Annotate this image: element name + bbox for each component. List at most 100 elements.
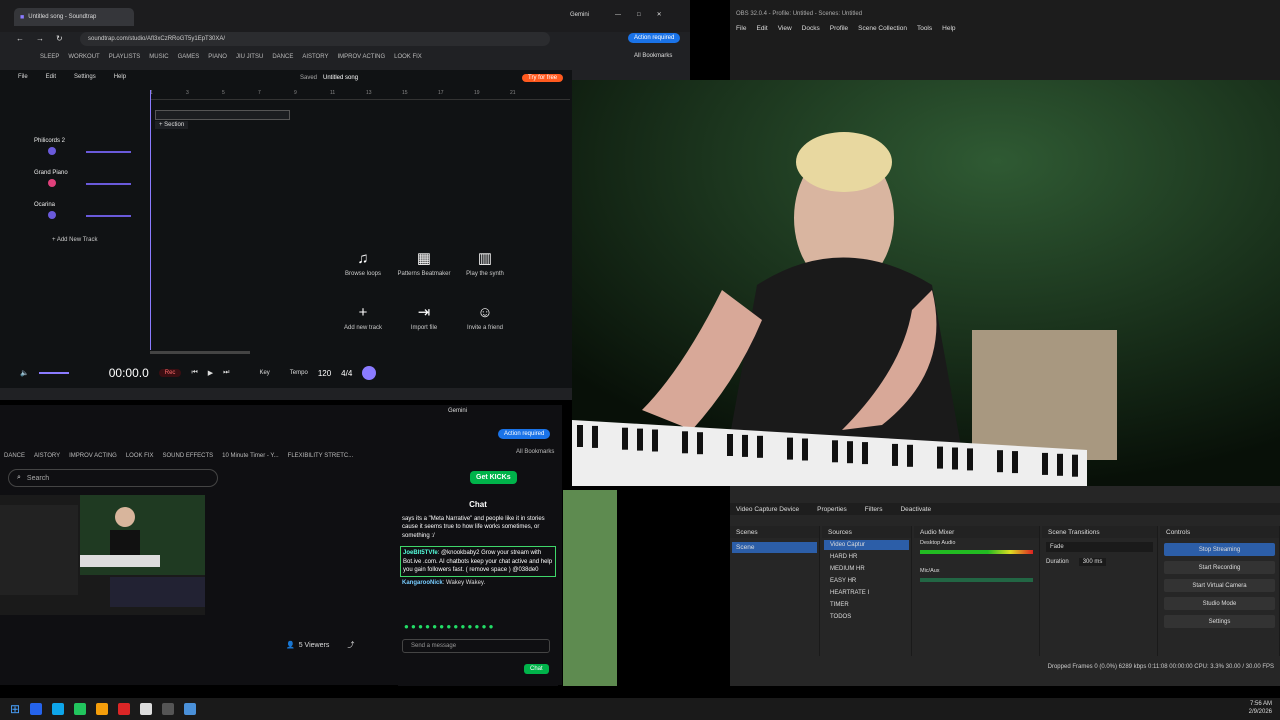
- try-free-button[interactable]: Try for free: [522, 74, 564, 82]
- bookmark-item[interactable]: GAMES: [178, 54, 200, 60]
- back-icon[interactable]: ←: [16, 34, 24, 43]
- play-icon[interactable]: ▶: [208, 369, 213, 377]
- forward-icon[interactable]: ⏭: [223, 369, 229, 377]
- all-bookmarks[interactable]: All Bookmarks: [634, 53, 672, 59]
- track-knob[interactable]: [48, 147, 56, 155]
- obs-control-button[interactable]: Studio Mode: [1164, 597, 1275, 610]
- metronome-icon[interactable]: [362, 366, 377, 380]
- key-selector[interactable]: Key: [259, 370, 269, 376]
- bookmark-item[interactable]: IMPROV ACTING: [337, 54, 385, 60]
- bookmark-item[interactable]: IMPROV ACTING: [69, 453, 117, 459]
- address-bar[interactable]: soundtrap.com/studio/Afl3xCzRRoGT5y1EpT3…: [80, 32, 550, 46]
- obs-menu-item[interactable]: File: [736, 25, 746, 32]
- app-icon[interactable]: [162, 703, 175, 715]
- action-card[interactable]: ▥ Play the synth: [457, 238, 513, 288]
- clock-time[interactable]: 7:56 AM: [1249, 700, 1272, 708]
- action-card[interactable]: ♫ Browse loops: [335, 238, 391, 288]
- scene-item[interactable]: Scene: [732, 542, 817, 553]
- track-knob[interactable]: [48, 179, 56, 187]
- track-volume-slider[interactable]: [86, 215, 131, 217]
- start-icon[interactable]: ⊞: [10, 702, 20, 716]
- menu-item[interactable]: Settings: [74, 74, 96, 80]
- record-button[interactable]: Rec: [158, 369, 182, 377]
- action-required-button[interactable]: Action required: [628, 33, 681, 43]
- duration-input[interactable]: 300 ms: [1078, 558, 1107, 566]
- loop-region[interactable]: [155, 110, 290, 120]
- source-item[interactable]: HARD HR: [824, 552, 909, 562]
- obs-menu-item[interactable]: Tools: [917, 25, 932, 32]
- time-signature[interactable]: 4/4: [341, 369, 352, 378]
- clock-date[interactable]: 2/9/2026: [1249, 708, 1272, 716]
- timeline-ruler[interactable]: 1 3 5 7 9 11 13 15 17 19 21: [150, 90, 570, 100]
- track-name[interactable]: Grand Piano: [34, 170, 68, 176]
- obs-menu-item[interactable]: Help: [942, 25, 955, 32]
- minimize-icon[interactable]: —: [615, 12, 621, 18]
- share-icon[interactable]: ⤴: [347, 640, 354, 650]
- bookmark-item[interactable]: AISTORY: [34, 453, 60, 459]
- bookmark-item[interactable]: SOUND EFFECTS: [163, 453, 214, 459]
- song-title[interactable]: Untitled song: [323, 75, 358, 81]
- reload-icon[interactable]: ↻: [56, 34, 63, 43]
- source-item[interactable]: EASY HR: [824, 576, 909, 586]
- action-card[interactable]: ▦ Patterns Beatmaker: [396, 238, 452, 288]
- maximize-icon[interactable]: □: [637, 12, 641, 18]
- source-item[interactable]: HEARTRATE I: [824, 588, 909, 598]
- obs-control-button[interactable]: Stop Streaming: [1164, 543, 1275, 556]
- chat-username[interactable]: JoeBlt5TVfe: [403, 550, 438, 556]
- add-section-button[interactable]: + Section: [155, 121, 189, 129]
- forward-icon[interactable]: →: [36, 34, 44, 43]
- source-item[interactable]: TODOS: [824, 612, 909, 622]
- playhead[interactable]: [150, 90, 151, 350]
- chat-send-button[interactable]: Chat: [524, 664, 549, 674]
- track-knob[interactable]: [48, 211, 56, 219]
- gemini-button[interactable]: Gemini: [570, 12, 589, 18]
- track-name[interactable]: Philicords 2: [34, 138, 65, 144]
- add-new-track-button[interactable]: + Add New Track: [52, 237, 98, 243]
- rewind-icon[interactable]: ⏮: [191, 369, 197, 377]
- action-card[interactable]: ⇥ Import file: [396, 292, 452, 342]
- volume-icon[interactable]: 🔈: [20, 369, 29, 377]
- source-item[interactable]: TIMER: [824, 600, 909, 610]
- track-volume-slider[interactable]: [86, 151, 131, 153]
- transition-select[interactable]: Fade: [1046, 542, 1153, 552]
- file-icon[interactable]: [140, 703, 153, 715]
- bookmark-item[interactable]: LOOK FIX: [394, 54, 422, 60]
- source-toolbar-item[interactable]: Filters: [865, 506, 883, 513]
- chat-input[interactable]: Send a message: [402, 639, 550, 653]
- source-toolbar-item[interactable]: Deactivate: [900, 506, 931, 513]
- bookmark-item[interactable]: LOOK FIX: [126, 453, 154, 459]
- obs-menu-item[interactable]: Profile: [830, 25, 848, 32]
- chrome-icon[interactable]: [118, 703, 131, 715]
- all-bookmarks[interactable]: All Bookmarks: [516, 449, 554, 455]
- source-item[interactable]: Video Captur: [824, 540, 909, 550]
- track-name[interactable]: Ocarina: [34, 202, 55, 208]
- obs-menu-item[interactable]: Edit: [756, 25, 767, 32]
- chrome-icon[interactable]: [74, 703, 87, 715]
- get-kicks-button[interactable]: Get KICKs: [470, 471, 517, 484]
- obs-control-button[interactable]: Start Virtual Camera: [1164, 579, 1275, 592]
- bookmark-item[interactable]: DANCE: [272, 54, 293, 60]
- bookmark-item[interactable]: WORKOUT: [68, 54, 99, 60]
- master-volume-slider[interactable]: [38, 372, 69, 374]
- action-card[interactable]: ☺ Invite a friend: [457, 292, 513, 342]
- track-volume-slider[interactable]: [86, 183, 131, 185]
- emote-bar[interactable]: ● ● ● ● ● ● ● ● ● ● ● ● ●: [404, 622, 494, 631]
- bookmark-item[interactable]: MUSIC: [149, 54, 168, 60]
- bookmark-item[interactable]: DANCE: [4, 453, 25, 459]
- chat-username[interactable]: KangarooNick: [402, 580, 443, 586]
- close-icon[interactable]: ✕: [657, 11, 662, 18]
- track-row[interactable]: Grand Piano: [18, 168, 148, 196]
- action-required-button[interactable]: Action required: [498, 429, 551, 439]
- source-toolbar-item[interactable]: Properties: [817, 506, 847, 513]
- menu-item[interactable]: Edit: [46, 74, 56, 80]
- gemini-button[interactable]: Gemini: [448, 408, 467, 414]
- obs-menu-item[interactable]: View: [778, 25, 792, 32]
- obs-control-button[interactable]: Start Recording: [1164, 561, 1275, 574]
- bookmark-item[interactable]: JIU JITSU: [236, 54, 263, 60]
- bookmark-item[interactable]: 10 Minute Timer - Y...: [222, 453, 278, 459]
- bookmark-item[interactable]: PIANO: [208, 54, 227, 60]
- track-row[interactable]: Philicords 2: [18, 136, 148, 164]
- app-icon[interactable]: [184, 703, 197, 715]
- browser-tab[interactable]: ■ Untitled song - Soundtrap: [14, 8, 134, 26]
- horizontal-scrollbar[interactable]: [150, 351, 250, 354]
